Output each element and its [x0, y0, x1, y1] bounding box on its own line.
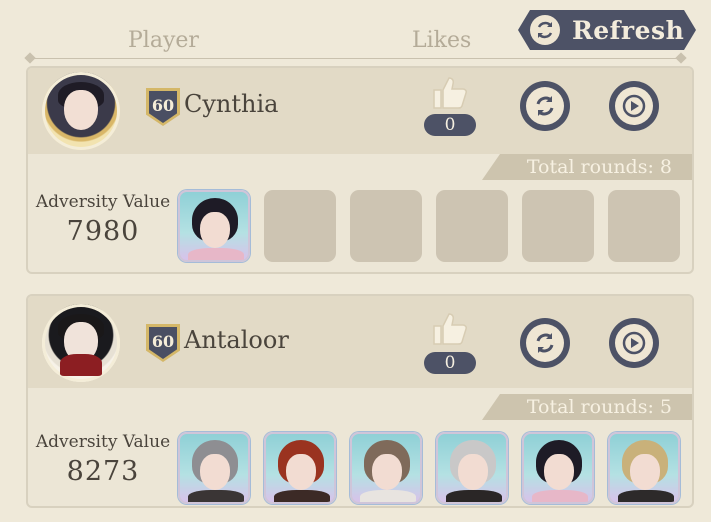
player-avatar[interactable] [42, 304, 120, 382]
refresh-label: Refresh [572, 15, 685, 45]
character-body [274, 490, 330, 502]
team-slots [178, 432, 680, 504]
level-badge: 60 [146, 324, 180, 362]
swap-team-button[interactable] [520, 81, 570, 131]
swap-team-button[interactable] [520, 318, 570, 368]
player-card: 60 Antaloor 0 Total rounds: 5 Adversity … [26, 294, 694, 508]
empty-slot[interactable] [608, 190, 680, 262]
character-face [200, 212, 230, 248]
divider-diamond-right [675, 52, 687, 64]
total-rounds: Total rounds: 5 [482, 394, 692, 420]
avatar-cloth [60, 354, 102, 376]
level-value: 60 [149, 91, 177, 123]
character-face [372, 454, 402, 490]
player-card-header: 60 Cynthia 0 [28, 68, 692, 154]
player-card-header: 60 Antaloor 0 [28, 296, 692, 388]
total-rounds: Total rounds: 8 [482, 154, 692, 180]
play-icon [615, 324, 653, 362]
play-replay-button[interactable] [609, 318, 659, 368]
character-slot[interactable] [436, 432, 508, 504]
character-body [618, 490, 674, 502]
character-face [630, 454, 660, 490]
like-icon[interactable] [430, 74, 470, 110]
character-face [458, 454, 488, 490]
adversity-label: Adversity Value [35, 432, 171, 452]
refresh-icon [530, 15, 560, 45]
character-body [188, 248, 244, 260]
character-body [360, 490, 416, 502]
level-badge: 60 [146, 88, 180, 126]
adversity-label: Adversity Value [35, 192, 171, 212]
adversity-value: 8273 [66, 456, 140, 487]
play-replay-button[interactable] [609, 81, 659, 131]
likes-column-label: Likes [412, 28, 472, 53]
like-count: 0 [424, 352, 476, 374]
character-face [200, 454, 230, 490]
like-count: 0 [424, 114, 476, 136]
play-icon [615, 87, 653, 125]
like-icon[interactable] [430, 310, 470, 346]
player-name: Cynthia [184, 90, 279, 118]
character-slot[interactable] [522, 432, 594, 504]
adversity-value: 7980 [66, 216, 140, 247]
empty-slot[interactable] [436, 190, 508, 262]
character-slot[interactable] [264, 432, 336, 504]
character-body [188, 490, 244, 502]
avatar-face [64, 90, 98, 130]
character-body [532, 490, 588, 502]
empty-slot[interactable] [350, 190, 422, 262]
swap-icon [526, 87, 564, 125]
level-value: 60 [149, 327, 177, 359]
refresh-button[interactable]: Refresh [518, 10, 696, 50]
empty-slot[interactable] [264, 190, 336, 262]
header-divider [30, 58, 681, 59]
player-avatar[interactable] [42, 72, 120, 150]
swap-icon [526, 324, 564, 362]
player-name: Antaloor [184, 326, 289, 354]
empty-slot[interactable] [522, 190, 594, 262]
character-slot[interactable] [608, 432, 680, 504]
character-slot[interactable] [178, 432, 250, 504]
player-column-label: Player [128, 28, 199, 53]
character-face [544, 454, 574, 490]
player-card: 60 Cynthia 0 Total rounds: 8 Adversity V… [26, 66, 694, 274]
character-body [446, 490, 502, 502]
character-slot[interactable] [350, 432, 422, 504]
team-slots [178, 190, 680, 262]
divider-diamond-left [24, 52, 36, 64]
character-slot[interactable] [178, 190, 250, 262]
character-face [286, 454, 316, 490]
